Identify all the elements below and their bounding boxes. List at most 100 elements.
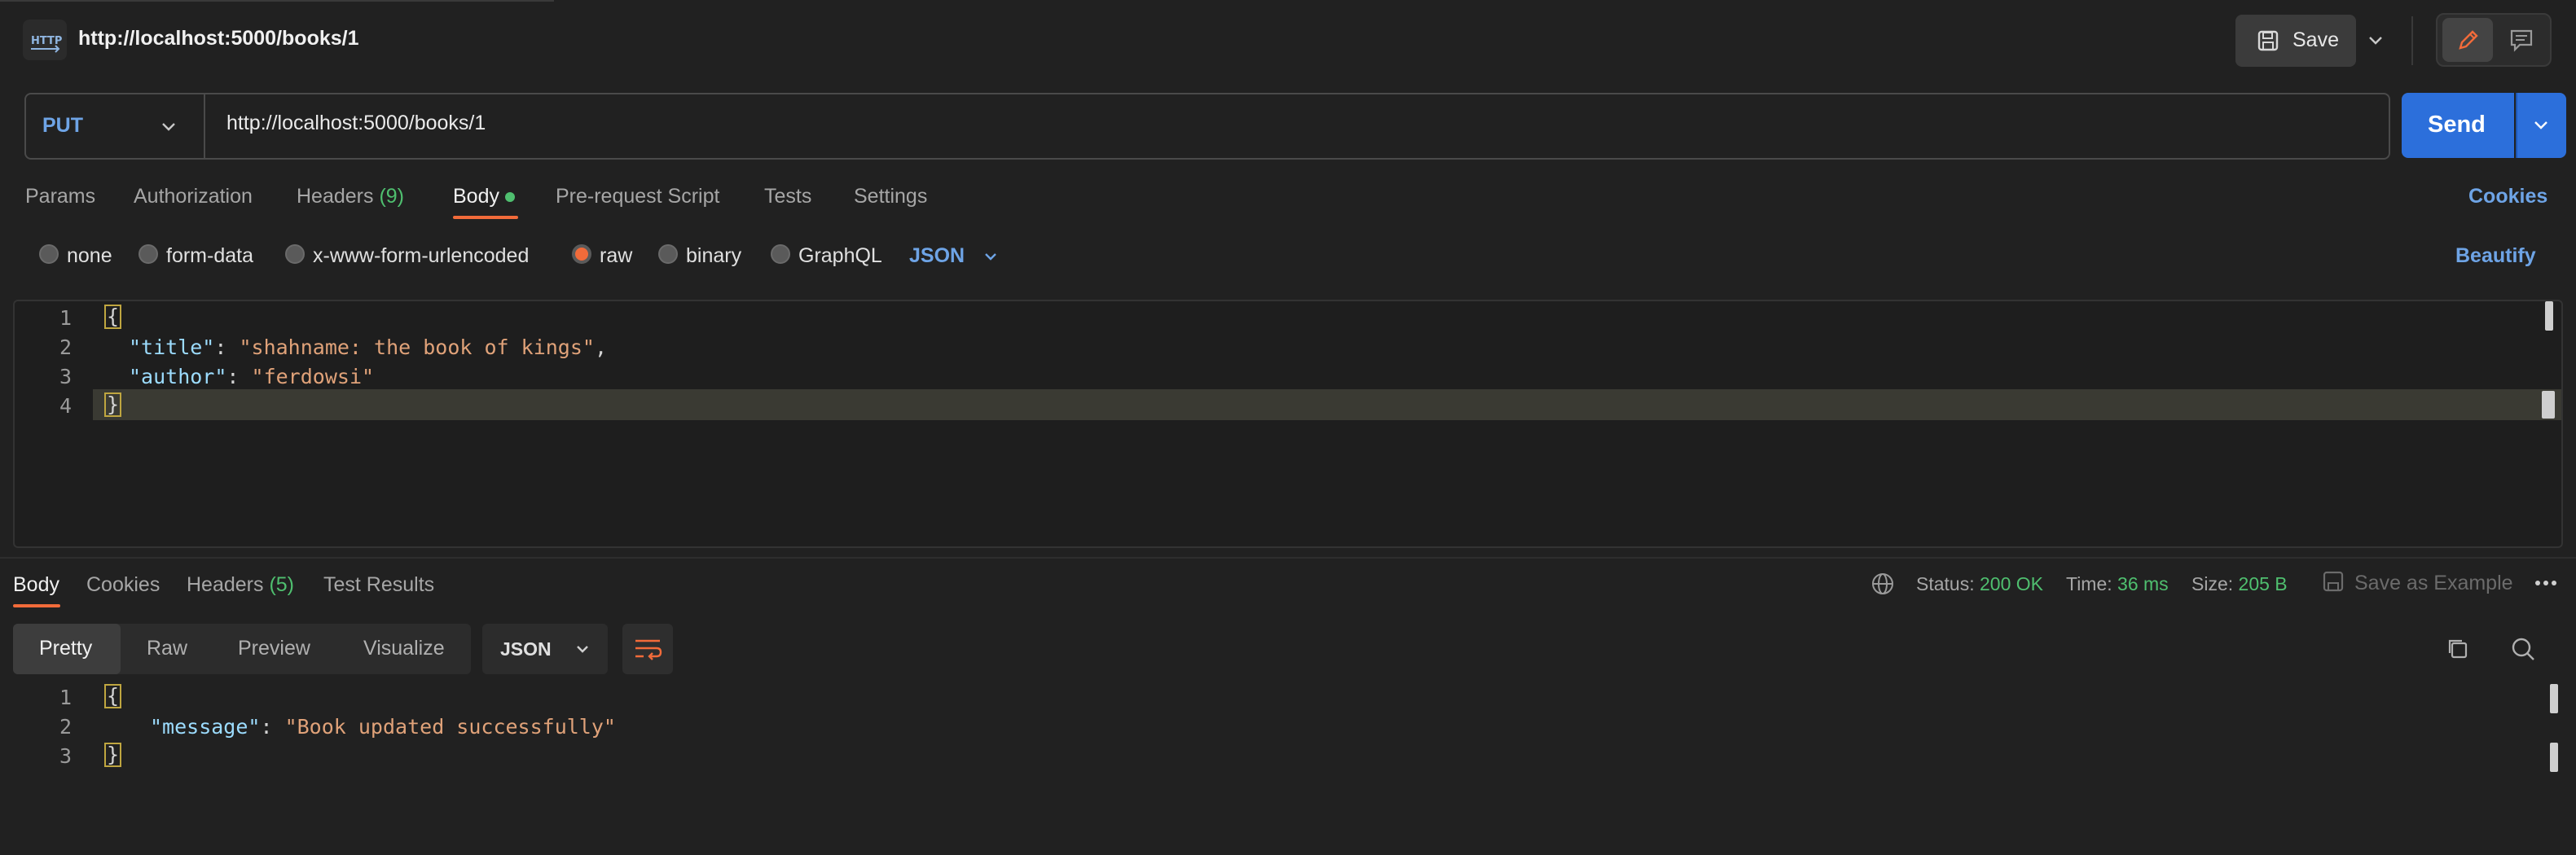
chevron-down-icon <box>577 646 588 653</box>
json-key-author: "author" <box>129 365 227 388</box>
radio-graphql[interactable] <box>771 244 790 264</box>
response-scrollbar[interactable] <box>2550 684 2558 713</box>
response-scroll-marker <box>2550 743 2558 772</box>
view-preview-button[interactable]: Preview <box>238 637 310 660</box>
svg-text:HTTP: HTTP <box>31 35 62 47</box>
save-label: Save <box>2292 28 2339 51</box>
view-pretty-label[interactable]: Pretty <box>39 637 92 660</box>
open-brace: { <box>104 684 122 708</box>
radio-raw-label: raw <box>600 244 633 267</box>
tab-pre-request-script[interactable]: Pre-request Script <box>556 185 719 208</box>
tab-headers[interactable]: Headers (9) <box>297 185 404 208</box>
line-number: 2 <box>59 335 72 359</box>
tab-params[interactable]: Params <box>25 185 95 208</box>
json-value-message: "Book updated successfully" <box>284 715 616 739</box>
active-tab-indicator <box>453 216 518 219</box>
time-readout: Time: 36 ms <box>2066 573 2169 595</box>
size-readout: Size: 205 B <box>2191 573 2288 595</box>
response-tab-headers-label: Headers <box>187 573 264 596</box>
json-value-title: "shahname: the book of kings" <box>239 335 595 359</box>
save-button[interactable]: Save <box>2235 15 2356 67</box>
response-format-label: JSON <box>500 638 552 660</box>
size-label: Size: <box>2191 573 2234 594</box>
pane-divider[interactable] <box>0 557 2576 559</box>
json-value-author: "ferdowsi" <box>251 365 375 388</box>
line-number: 3 <box>59 365 72 388</box>
body-format-label: JSON <box>909 244 965 267</box>
body-modified-dot <box>505 192 515 202</box>
radio-form-data[interactable] <box>138 244 158 264</box>
line-number: 3 <box>59 744 72 768</box>
status-readout: Status: 200 OK <box>1916 573 2043 595</box>
radio-binary-label: binary <box>686 244 742 267</box>
chevron-down-icon <box>2369 37 2382 45</box>
chevron-down-icon <box>2534 121 2547 129</box>
status-label: Status: <box>1916 573 1975 594</box>
line-number: 2 <box>59 715 72 739</box>
response-tab-headers[interactable]: Headers (5) <box>187 573 294 597</box>
radio-none-label: none <box>67 244 112 267</box>
url-input[interactable]: http://localhost:5000/books/1 <box>226 112 486 135</box>
radio-none[interactable] <box>39 244 59 264</box>
tab-authorization[interactable]: Authorization <box>134 185 253 208</box>
beautify-link[interactable]: Beautify <box>2455 244 2536 268</box>
headers-count: (9) <box>379 185 405 208</box>
code-line-4: } <box>104 392 122 417</box>
response-tab-body[interactable]: Body <box>13 573 59 597</box>
view-raw-button[interactable]: Raw <box>147 637 187 660</box>
response-tab-cookies[interactable]: Cookies <box>86 573 160 597</box>
active-response-tab-indicator <box>13 604 60 607</box>
search-icon[interactable] <box>2509 635 2537 667</box>
active-line-highlight <box>93 389 2561 420</box>
editor-cursor-marker <box>2542 391 2555 419</box>
code-line-2: "title": "shahname: the book of kings", <box>129 335 608 359</box>
radio-urlencoded[interactable] <box>285 244 305 264</box>
wrap-lines-button[interactable] <box>622 624 673 674</box>
send-dropdown-button[interactable] <box>2516 93 2566 158</box>
view-visualize-button[interactable]: Visualize <box>363 637 445 660</box>
header-divider <box>2411 16 2413 65</box>
radio-binary[interactable] <box>658 244 678 264</box>
time-label: Time: <box>2066 573 2112 594</box>
cookies-link[interactable]: Cookies <box>2468 185 2547 208</box>
response-headers-count: (5) <box>269 573 295 596</box>
radio-raw[interactable] <box>572 244 591 264</box>
close-brace: } <box>104 392 122 417</box>
tab-body[interactable]: Body <box>453 185 499 208</box>
radio-graphql-label: GraphQL <box>798 244 882 267</box>
radio-form-data-label: form-data <box>166 244 253 267</box>
open-brace: { <box>104 305 122 329</box>
tab-headers-label: Headers <box>297 185 374 208</box>
copy-icon[interactable] <box>2444 635 2472 667</box>
response-line-2: "message": "Book updated successfully" <box>150 715 616 739</box>
code-line-3: "author": "ferdowsi" <box>129 365 375 388</box>
send-button[interactable]: Send <box>2402 93 2514 158</box>
json-key-message: "message" <box>150 715 261 739</box>
top-border <box>0 0 554 2</box>
save-dropdown-button[interactable] <box>2358 15 2394 67</box>
body-format-select[interactable]: JSON <box>909 244 1000 268</box>
globe-icon[interactable] <box>1870 572 1895 600</box>
send-label: Send <box>2428 112 2486 138</box>
response-line-3: } <box>104 743 122 767</box>
save-icon <box>2257 29 2279 56</box>
close-brace: } <box>104 743 122 767</box>
line-number: 1 <box>59 306 72 330</box>
line-number: 1 <box>59 686 72 709</box>
response-tab-test-results[interactable]: Test Results <box>323 573 434 597</box>
tab-tests[interactable]: Tests <box>764 185 811 208</box>
save-as-example-button[interactable]: Save as Example <box>2354 572 2513 595</box>
comments-button[interactable] <box>2496 18 2547 62</box>
more-options-icon[interactable] <box>2534 577 2558 594</box>
code-line-1: { <box>104 305 122 329</box>
edit-mode-button[interactable] <box>2442 18 2493 62</box>
tab-settings[interactable]: Settings <box>854 185 927 208</box>
time-value: 36 ms <box>2117 573 2169 594</box>
chevron-down-icon <box>162 123 175 131</box>
size-value: 205 B <box>2238 573 2288 594</box>
line-number: 4 <box>59 394 72 418</box>
response-line-1: { <box>104 684 122 708</box>
request-title[interactable]: http://localhost:5000/books/1 <box>78 27 359 50</box>
editor-scrollbar[interactable] <box>2545 301 2553 331</box>
response-format-select[interactable]: JSON <box>482 624 608 674</box>
